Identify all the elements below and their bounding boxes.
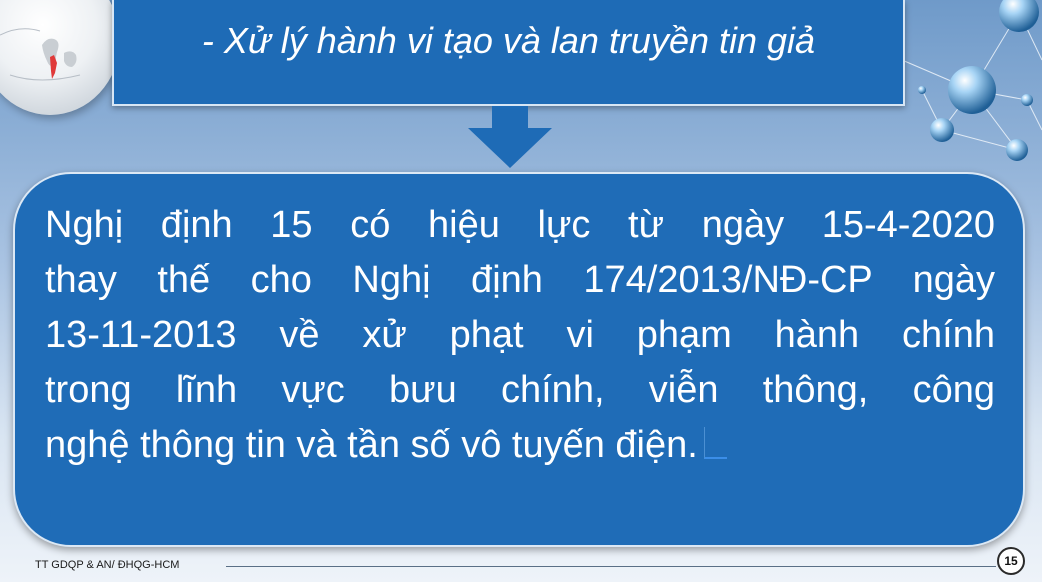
body-line-5: nghệ thông tin và tần số vô tuyến điện.: [45, 424, 698, 466]
footer-text: TT GDQP & AN/ ĐHQG-HCM: [35, 559, 180, 571]
text-cursor-placeholder: [703, 427, 727, 459]
body-line-1: Nghị định 15 có hiệu lực từ ngày 15-4-20…: [45, 204, 995, 246]
content-text: Nghị định 15 có hiệu lực từ ngày 15-4-20…: [45, 198, 995, 473]
slide-title: - Xử lý hành vi tạo và lan truyền tin gi…: [201, 20, 816, 61]
body-line-3: 13-11-2013 về xử phạt vi phạm hành chính: [45, 314, 995, 356]
network-spheres-icon: [899, 0, 1042, 161]
content-box: Nghị định 15 có hiệu lực từ ngày 15-4-20…: [13, 172, 1025, 547]
body-line-4: trong lĩnh vực bưu chính, viễn thông, cô…: [45, 369, 995, 411]
arrow-down-icon: [468, 106, 552, 168]
body-line-5-wrap: nghệ thông tin và tần số vô tuyến điện.: [45, 418, 995, 473]
footer-divider: [226, 566, 996, 567]
page-number: 15: [997, 547, 1025, 575]
body-line-2: thay thế cho Nghị định 174/2013/NĐ-CP ng…: [45, 259, 995, 301]
globe-icon: [0, 0, 120, 115]
title-box: - Xử lý hành vi tạo và lan truyền tin gi…: [112, 0, 905, 106]
